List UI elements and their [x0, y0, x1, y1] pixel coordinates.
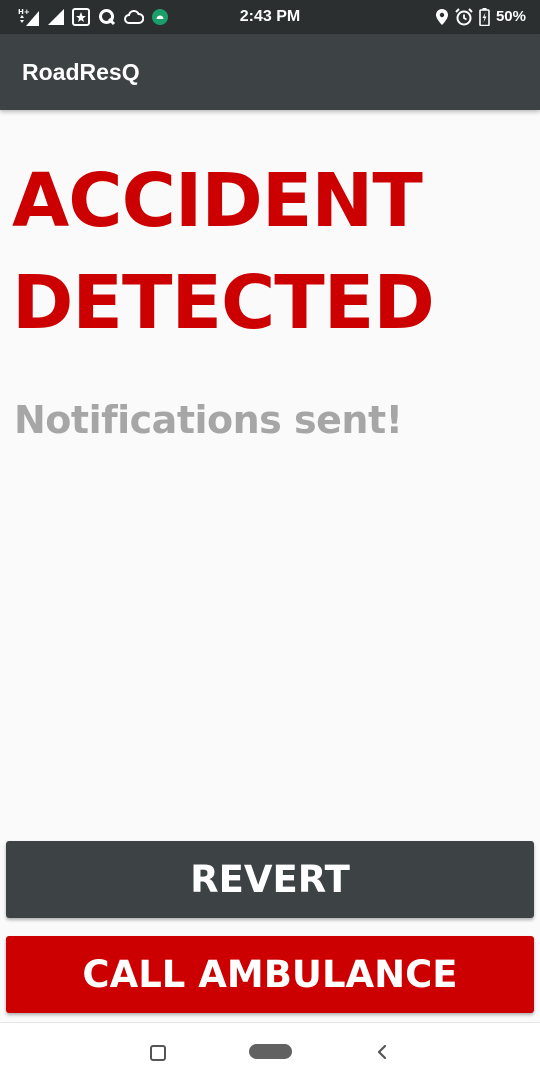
alert-line-1: ACCIDENT [12, 158, 423, 244]
home-icon[interactable] [249, 1044, 292, 1059]
location-icon [435, 8, 449, 26]
app-bar: RoadResQ [0, 34, 540, 110]
recents-icon[interactable] [150, 1045, 166, 1061]
status-right-icons: 50% [435, 6, 526, 28]
back-icon[interactable] [372, 1042, 392, 1062]
revert-button[interactable]: REVERT [6, 841, 534, 918]
status-bar: H+ 2:43 PM 50% [0, 0, 540, 34]
app-title: RoadResQ [22, 59, 140, 85]
alert-line-2: DETECTED [12, 260, 435, 346]
battery-percent: 50% [495, 8, 526, 25]
battery-charging-icon [479, 8, 490, 26]
accident-alert-heading: ACCIDENT DETECTED [12, 150, 532, 354]
notification-status-text: Notifications sent! [14, 398, 403, 442]
screen: H+ 2:43 PM 50% RoadResQ ACCIDENT DETECTE… [0, 0, 540, 1080]
navigation-bar [0, 1022, 540, 1080]
call-ambulance-button[interactable]: CALL AMBULANCE [6, 936, 534, 1013]
alarm-icon [455, 8, 473, 26]
